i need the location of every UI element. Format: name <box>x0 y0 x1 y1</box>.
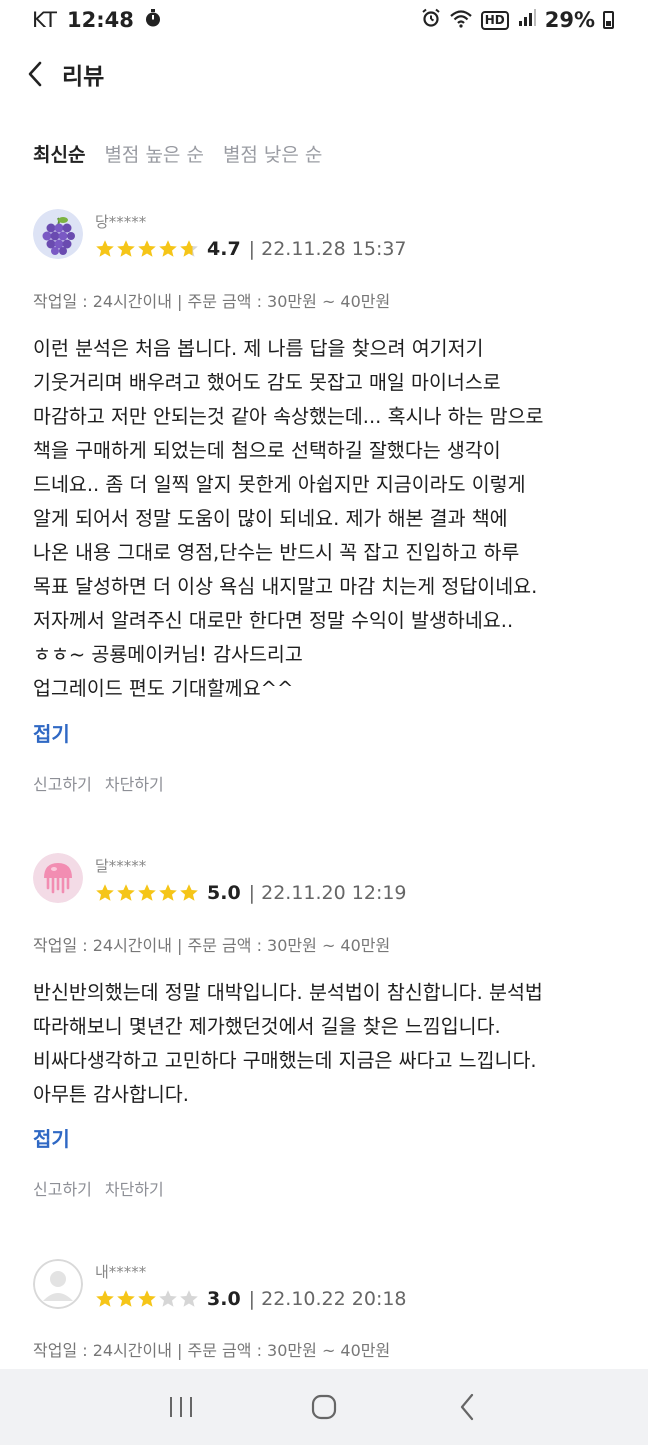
star-filled-icon <box>117 1290 135 1307</box>
hd-icon: HD <box>480 10 509 30</box>
star-filled-icon <box>159 240 177 257</box>
block-button[interactable]: 차단하기 <box>105 1176 164 1200</box>
battery-label: 29% <box>544 8 595 32</box>
star-rating <box>95 1289 199 1309</box>
home-button[interactable] <box>299 1382 349 1432</box>
review-date: | 22.11.28 15:37 <box>248 238 407 260</box>
order-meta: 작업일 : 24시간이내 | 주문 금액 : 30만원 ~ 40만원 <box>33 292 391 311</box>
wifi-icon <box>449 8 473 33</box>
chevron-left-icon <box>28 61 42 87</box>
review-body: 이런 분석은 처음 봅니다. 제 나름 답을 찾으려 여기저기 기웃거리며 배우… <box>33 337 544 700</box>
star-filled-icon <box>159 884 177 901</box>
avatar <box>33 1259 83 1309</box>
rating-row: 3.0 | 22.10.22 20:18 <box>95 1288 407 1310</box>
collapse-button[interactable]: 접기 <box>33 718 70 747</box>
star-filled-icon <box>117 884 135 901</box>
user-placeholder-icon <box>33 1259 83 1309</box>
sort-tabs: 최신순 별점 높은 순 별점 낮은 순 <box>33 140 322 167</box>
sort-tab-low-rating[interactable]: 별점 낮은 순 <box>223 140 322 167</box>
star-rating <box>95 883 199 903</box>
rating-row: 4.7 | 22.11.28 15:37 <box>95 238 407 260</box>
page-title: 리뷰 <box>62 64 105 90</box>
review-date: | 22.11.20 12:19 <box>248 882 407 904</box>
stopwatch-icon <box>144 8 162 33</box>
jellyfish-icon <box>33 853 83 903</box>
status-bar: KT 12:48 HD 29% <box>0 0 648 40</box>
rating-value: 3.0 <box>207 1288 241 1310</box>
star-empty-icon <box>159 1290 177 1307</box>
recent-apps-icon <box>170 1397 193 1417</box>
star-filled-icon <box>138 1290 156 1307</box>
review-actions: 신고하기 차단하기 <box>33 771 164 795</box>
star-filled-icon <box>96 1290 114 1307</box>
reviewer-name: 내***** <box>95 1263 147 1281</box>
alarm-icon <box>421 8 441 33</box>
collapse-button[interactable]: 접기 <box>33 1123 70 1152</box>
star-filled-icon <box>117 240 135 257</box>
signal-icon <box>517 8 537 33</box>
recent-apps-button[interactable] <box>156 1382 206 1432</box>
sort-tab-high-rating[interactable]: 별점 높은 순 <box>104 140 203 167</box>
report-button[interactable]: 신고하기 <box>33 771 92 795</box>
back-arrow-icon <box>460 1393 473 1421</box>
system-nav-bar <box>0 1369 648 1445</box>
app-header: 리뷰 <box>0 40 648 108</box>
status-right: HD 29% <box>421 8 614 33</box>
rating-value: 5.0 <box>207 882 241 904</box>
star-filled-icon <box>138 884 156 901</box>
home-icon <box>311 1394 337 1420</box>
star-empty-icon <box>180 1290 198 1307</box>
carrier-label: KT <box>32 8 57 32</box>
grape-icon <box>33 209 83 259</box>
reviewer-name: 달***** <box>95 857 147 875</box>
battery-icon <box>603 11 614 29</box>
avatar <box>33 853 83 903</box>
report-button[interactable]: 신고하기 <box>33 1176 92 1200</box>
star-filled-icon <box>138 240 156 257</box>
block-button[interactable]: 차단하기 <box>105 771 164 795</box>
rating-value: 4.7 <box>207 238 241 260</box>
review-date: | 22.10.22 20:18 <box>248 1288 407 1310</box>
star-rating <box>95 239 199 259</box>
avatar <box>33 209 83 259</box>
order-meta: 작업일 : 24시간이내 | 주문 금액 : 30만원 ~ 40만원 <box>33 1341 391 1360</box>
sort-tab-latest[interactable]: 최신순 <box>33 140 85 167</box>
order-meta: 작업일 : 24시간이내 | 주문 금액 : 30만원 ~ 40만원 <box>33 936 391 955</box>
star-filled-icon <box>96 240 114 257</box>
status-left: KT 12:48 <box>32 8 162 33</box>
clock: 12:48 <box>66 8 134 32</box>
back-button[interactable] <box>20 54 50 94</box>
star-filled-icon <box>180 884 198 901</box>
reviewer-name: 당***** <box>95 213 147 231</box>
star-filled-icon <box>96 884 114 901</box>
review-body: 반신반의했는데 정말 대박입니다. 분석법이 참신합니다. 분석법 따라해보니 … <box>33 981 543 1106</box>
star-partial-icon <box>180 240 198 257</box>
rating-row: 5.0 | 22.11.20 12:19 <box>95 882 407 904</box>
review-actions: 신고하기 차단하기 <box>33 1176 164 1200</box>
system-back-button[interactable] <box>442 1382 492 1432</box>
